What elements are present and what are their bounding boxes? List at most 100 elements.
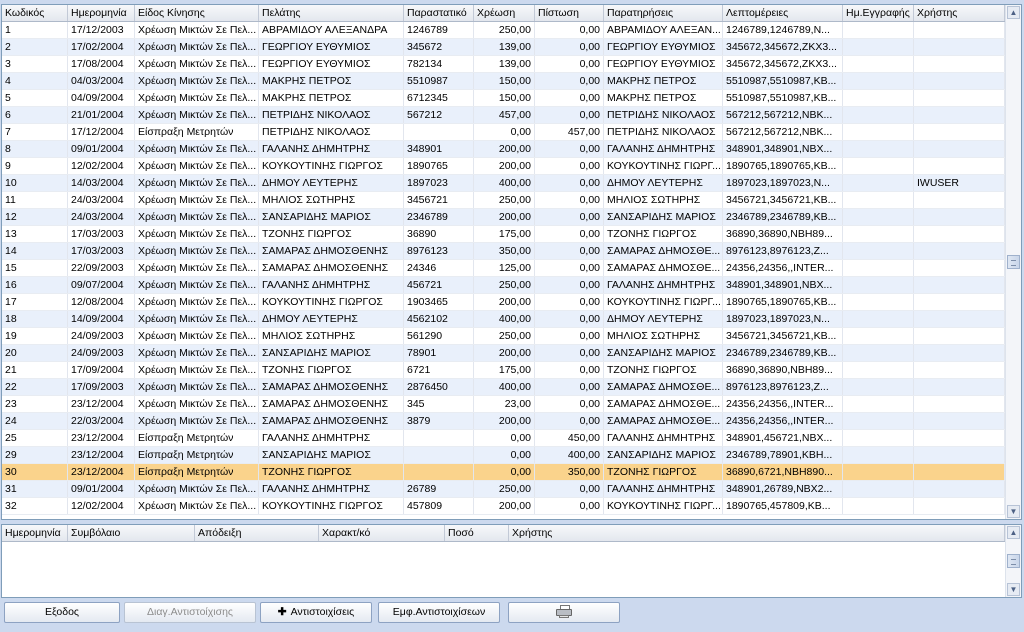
table-row[interactable]: 20 24/09/2003 Χρέωση Μικτών Σε Πελ... ΣΑΝΣΑ… (2, 345, 1005, 362)
table-row[interactable]: 15 22/09/2003 Χρέωση Μικτών Σε Πελ... ΣΑΜΑΡ… (2, 260, 1005, 277)
delete-match-button[interactable]: Διαγ.Αντιστοίχισης (124, 602, 256, 623)
matches-column-header[interactable]: Ποσό (445, 525, 509, 541)
table-row[interactable]: 7 17/12/2004 Είσπραξη Μετρητών ΠΕΤΡΙΔΗΣ ΝΙΚ… (2, 124, 1005, 141)
cell-regdate (843, 175, 914, 191)
cell-doc: 24346 (404, 260, 474, 276)
movements-vertical-scrollbar[interactable]: ▲ ▼ (1005, 5, 1021, 519)
column-header-date[interactable]: Ημερομηνία (68, 5, 135, 21)
table-row[interactable]: 14 17/03/2003 Χρέωση Μικτών Σε Πελ... ΣΑΜΑΡ… (2, 243, 1005, 260)
cell-notes: ΓΕΩΡΓΙΟΥ ΕΥΘΥΜΙΟΣ (604, 39, 723, 55)
matches-vertical-scrollbar[interactable]: ▲ ▼ (1005, 525, 1021, 597)
table-row[interactable]: 13 17/03/2003 Χρέωση Μικτών Σε Πελ... ΤΖΟΝΗ… (2, 226, 1005, 243)
cell-debit: 400,00 (474, 311, 535, 327)
show-matches-button[interactable]: Εμφ.Αντιστοιχίσεων (378, 602, 500, 623)
scroll-down-button[interactable]: ▼ (1007, 583, 1020, 596)
print-button[interactable] (508, 602, 620, 623)
table-row[interactable]: 23 23/12/2004 Χρέωση Μικτών Σε Πελ... ΣΑΜΑΡ… (2, 396, 1005, 413)
cell-client: ΠΕΤΡΙΔΗΣ ΝΙΚΟΛΑΟΣ (259, 107, 404, 123)
table-row[interactable]: 2 17/02/2004 Χρέωση Μικτών Σε Πελ... ΓΕΩΡΓΙ… (2, 39, 1005, 56)
table-row[interactable]: 12 24/03/2004 Χρέωση Μικτών Σε Πελ... ΣΑΝΣΑ… (2, 209, 1005, 226)
cell-doc (404, 124, 474, 140)
table-row[interactable]: 21 17/09/2004 Χρέωση Μικτών Σε Πελ... ΤΖΟΝΗ… (2, 362, 1005, 379)
cell-credit: 0,00 (535, 107, 604, 123)
cell-type: Χρέωση Μικτών Σε Πελ... (135, 56, 259, 72)
table-row[interactable]: 22 17/09/2003 Χρέωση Μικτών Σε Πελ... ΣΑΜΑΡ… (2, 379, 1005, 396)
exit-button[interactable]: Εξοδος (4, 602, 120, 623)
cell-details: 36890,6721,NBH890... (723, 464, 843, 480)
table-row[interactable]: 24 22/03/2004 Χρέωση Μικτών Σε Πελ... ΣΑΜΑΡ… (2, 413, 1005, 430)
cell-id: 30 (2, 464, 68, 480)
column-header-credit[interactable]: Πίστωση (535, 5, 604, 21)
cell-details: 348901,26789,NBX2... (723, 481, 843, 497)
table-row[interactable]: 17 12/08/2004 Χρέωση Μικτών Σε Πελ... ΚΟΥΚΟ… (2, 294, 1005, 311)
column-header-notes[interactable]: Παρατηρήσεις (604, 5, 723, 21)
matches-column-header[interactable]: Χαρακτ/κό (319, 525, 445, 541)
table-row[interactable]: 19 24/09/2003 Χρέωση Μικτών Σε Πελ... ΜΗΛΙΟ… (2, 328, 1005, 345)
cell-regdate (843, 107, 914, 123)
table-row[interactable]: 11 24/03/2004 Χρέωση Μικτών Σε Πελ... ΜΗΛΙΟ… (2, 192, 1005, 209)
cell-doc: 782134 (404, 56, 474, 72)
column-header-user[interactable]: Χρήστης (914, 5, 1005, 21)
matches-column-header[interactable]: Ημερομηνία (2, 525, 68, 541)
cell-details: 2346789,2346789,KB... (723, 209, 843, 225)
matches-column-header[interactable]: Χρήστης (509, 525, 1005, 541)
table-row[interactable]: 18 14/09/2004 Χρέωση Μικτών Σε Πελ... ΔΗΜΟΥ… (2, 311, 1005, 328)
cell-client: ΓΑΛΑΝΗΣ ΔΗΜΗΤΡΗΣ (259, 430, 404, 446)
matches-column-header[interactable]: Απόδειξη (195, 525, 319, 541)
scroll-thumb[interactable] (1007, 255, 1020, 269)
cell-doc: 456721 (404, 277, 474, 293)
table-row-selected[interactable]: 30 23/12/2004 Είσπραξη Μετρητών ΤΖΟΝΗΣ ΓΙΩΡ… (2, 464, 1005, 481)
cell-id: 10 (2, 175, 68, 191)
cell-type: Χρέωση Μικτών Σε Πελ... (135, 22, 259, 38)
movements-grid[interactable]: Κωδικός Ημερομηνία Είδος Κίνησης Πελάτης Παρ… (1, 4, 1022, 520)
column-header-type[interactable]: Είδος Κίνησης (135, 5, 259, 21)
cell-type: Χρέωση Μικτών Σε Πελ... (135, 498, 259, 514)
table-row[interactable]: 5 04/09/2004 Χρέωση Μικτών Σε Πελ... ΜΑΚΡΗΣ… (2, 90, 1005, 107)
cell-user (914, 56, 1005, 72)
cell-details: 24356,24356,,INTER... (723, 413, 843, 429)
table-row[interactable]: 29 23/12/2004 Είσπραξη Μετρητών ΣΑΝΣΑΡΙΔΗΣ … (2, 447, 1005, 464)
table-row[interactable]: 32 12/02/2004 Χρέωση Μικτών Σε Πελ... ΚΟΥΚΟ… (2, 498, 1005, 515)
cell-date: 24/03/2004 (68, 209, 135, 225)
cell-user (914, 192, 1005, 208)
table-row[interactable]: 9 12/02/2004 Χρέωση Μικτών Σε Πελ... ΚΟΥΚΟΥ… (2, 158, 1005, 175)
matches-column-header[interactable]: Συμβόλαιο (68, 525, 195, 541)
column-header-details[interactable]: Λεπτομέρειες (723, 5, 843, 21)
column-header-regdate[interactable]: Ημ.Εγγραφής (843, 5, 914, 21)
column-header-doc[interactable]: Παραστατικό (404, 5, 474, 21)
column-header-id[interactable]: Κωδικός (2, 5, 68, 21)
cell-notes: ΠΕΤΡΙΔΗΣ ΝΙΚΟΛΑΟΣ (604, 107, 723, 123)
cell-debit: 250,00 (474, 192, 535, 208)
table-row[interactable]: 31 09/01/2004 Χρέωση Μικτών Σε Πελ... ΓΑΛΑΝ… (2, 481, 1005, 498)
cell-doc: 6712345 (404, 90, 474, 106)
scroll-up-button[interactable]: ▲ (1007, 526, 1020, 539)
column-header-debit[interactable]: Χρέωση (474, 5, 535, 21)
cell-details: 36890,36890,NBH89... (723, 362, 843, 378)
cell-debit: 125,00 (474, 260, 535, 276)
matches-button[interactable]: ✚ Αντιστοιχίσεις (260, 602, 372, 623)
cell-notes: ΜΗΛΙΟΣ ΣΩΤΗΡΗΣ (604, 192, 723, 208)
table-row[interactable]: 8 09/01/2004 Χρέωση Μικτών Σε Πελ... ΓΑΛΑΝΗ… (2, 141, 1005, 158)
cell-id: 2 (2, 39, 68, 55)
cell-user (914, 498, 1005, 514)
cell-id: 14 (2, 243, 68, 259)
table-row[interactable]: 4 04/03/2004 Χρέωση Μικτών Σε Πελ... ΜΑΚΡΗΣ… (2, 73, 1005, 90)
table-row[interactable]: 1 17/12/2003 Χρέωση Μικτών Σε Πελ... ΑΒΡΑΜΙ… (2, 22, 1005, 39)
cell-regdate (843, 39, 914, 55)
matches-grid[interactable]: Ημερομηνία Συμβόλαιο Απόδειξη Χαρακτ/κό Ποσό… (1, 524, 1022, 598)
table-row[interactable]: 16 09/07/2004 Χρέωση Μικτών Σε Πελ... ΓΑΛΑΝ… (2, 277, 1005, 294)
cell-credit: 0,00 (535, 294, 604, 310)
scroll-up-button[interactable]: ▲ (1007, 6, 1020, 19)
cell-date: 17/12/2004 (68, 124, 135, 140)
scroll-down-button[interactable]: ▼ (1007, 505, 1020, 518)
table-row[interactable]: 3 17/08/2004 Χρέωση Μικτών Σε Πελ... ΓΕΩΡΓΙ… (2, 56, 1005, 73)
cell-credit: 0,00 (535, 39, 604, 55)
cell-id: 8 (2, 141, 68, 157)
table-row[interactable]: 10 14/03/2004 Χρέωση Μικτών Σε Πελ... ΔΗΜΟΥ… (2, 175, 1005, 192)
table-row[interactable]: 6 21/01/2004 Χρέωση Μικτών Σε Πελ... ΠΕΤΡΙΔ… (2, 107, 1005, 124)
table-row[interactable]: 25 23/12/2004 Είσπραξη Μετρητών ΓΑΛΑΝΗΣ ΔΗΜ… (2, 430, 1005, 447)
column-header-client[interactable]: Πελάτης (259, 5, 404, 21)
cell-id: 31 (2, 481, 68, 497)
cell-debit: 175,00 (474, 226, 535, 242)
scroll-thumb[interactable] (1007, 554, 1020, 568)
